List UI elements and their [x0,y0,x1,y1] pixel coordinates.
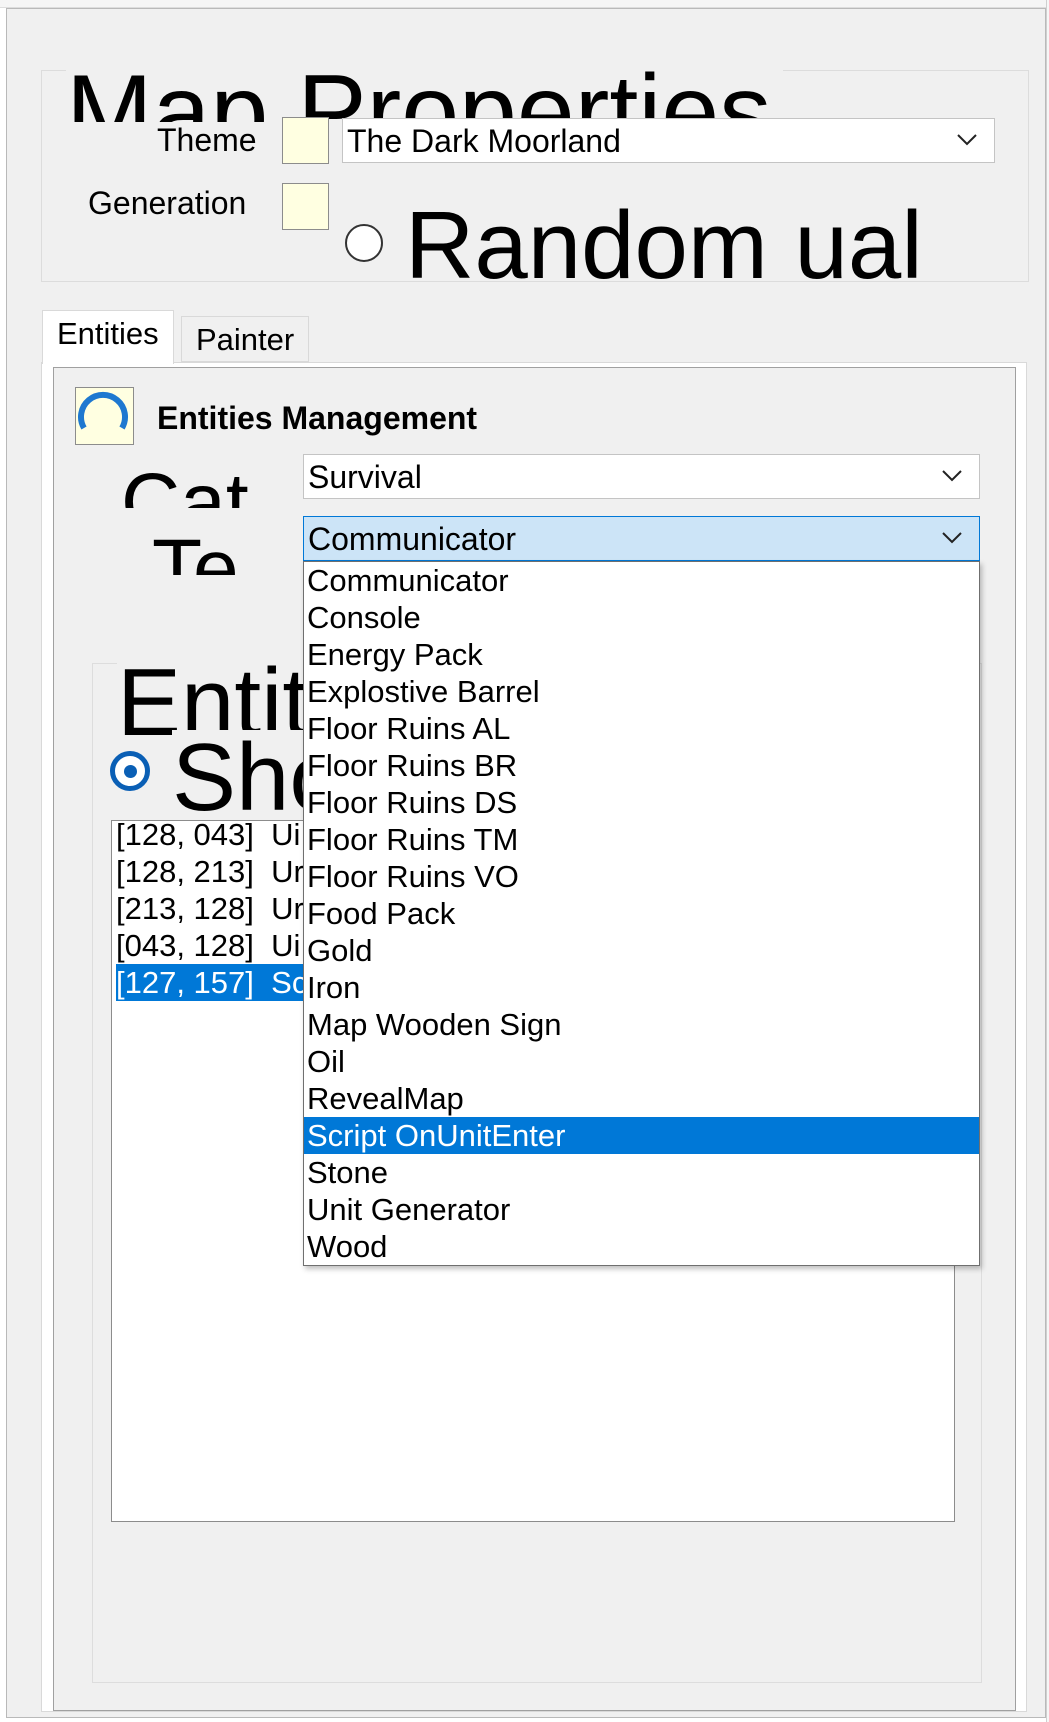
help-icon [78,391,128,430]
list-item-name: Ur [271,854,304,889]
list-item-name: Ui [271,928,301,963]
theme-combobox[interactable]: The Dark Moorland [342,118,995,163]
list-item[interactable]: [213, 128] Ur [116,890,304,927]
dropdown-option[interactable]: Energy Pack [304,636,979,673]
list-item-name: Ui [271,820,301,852]
category-label: Cat [121,448,249,508]
dropdown-option[interactable]: Floor Ruins TM [304,821,979,858]
dropdown-option[interactable]: Communicator [304,562,979,599]
list-item[interactable]: [043, 128] Ui [116,927,300,964]
type-dropdown-list[interactable]: Communicator Console Energy Pack Explostive… [303,561,980,1266]
tab-entities[interactable]: Entities [42,310,174,364]
dropdown-option[interactable]: Console [304,599,979,636]
entities-management-icon [75,387,134,445]
dropdown-option[interactable]: Oil [304,1043,979,1080]
category-combobox[interactable]: Survival [303,454,980,499]
list-item-coords: [213, 128] [116,891,254,926]
generation-random-label: Random ual [405,192,923,299]
dropdown-option[interactable]: Wood [304,1228,979,1265]
list-item[interactable]: [128, 213] Ur [116,853,304,890]
type-combobox-value: Communicator [308,521,517,557]
list-item-name: Sc [271,965,308,1000]
chevron-down-icon [957,134,977,146]
generation-label: Generation [88,185,247,221]
dropdown-option[interactable]: Floor Ruins VO [304,858,979,895]
dropdown-option[interactable]: Iron [304,969,979,1006]
show-radio[interactable] [110,751,150,791]
chevron-down-icon [942,532,962,544]
dropdown-option[interactable]: Floor Ruins BR [304,747,979,784]
dropdown-option[interactable]: Food Pack [304,895,979,932]
list-item-name: Ur [271,891,304,926]
dropdown-option[interactable]: Script OnUnitEnter [304,1117,979,1154]
generation-random-radio[interactable] [345,224,383,262]
list-item[interactable]: [128, 043] Ui [116,820,301,853]
type-label: Te [152,513,239,575]
theme-combobox-value: The Dark Moorland [347,123,621,159]
dropdown-option[interactable]: Floor Ruins AL [304,710,979,747]
entities-management-title: Entities Management [157,400,478,436]
dropdown-option[interactable]: Stone [304,1154,979,1191]
dropdown-option[interactable]: RevealMap [304,1080,979,1117]
dropdown-option[interactable]: Map Wooden Sign [304,1006,979,1043]
list-item-coords: [128, 043] [116,820,254,852]
generation-color-swatch[interactable] [282,183,329,230]
dropdown-option[interactable]: Floor Ruins DS [304,784,979,821]
title-strip [0,0,1049,8]
chevron-down-icon [942,470,962,482]
show-radio-dot [124,765,137,778]
category-combobox-value: Survival [308,459,422,495]
dropdown-option[interactable]: Explostive Barrel [304,673,979,710]
list-item-coords: [127, 157] [116,965,254,1000]
map-properties-title: Map Properties [66,54,784,122]
theme-label: Theme [157,122,257,158]
dropdown-option[interactable]: Unit Generator [304,1191,979,1228]
list-item-coords: [128, 213] [116,854,254,889]
app-window: Map Properties Theme The Dark Moorland G… [0,0,1049,1722]
tab-painter[interactable]: Painter [181,316,310,362]
type-combobox[interactable]: Communicator [303,516,980,561]
theme-color-swatch[interactable] [282,117,329,164]
list-item-coords: [043, 128] [116,928,254,963]
list-item-selected[interactable]: [127, 157] Sc [116,964,320,1001]
dropdown-option[interactable]: Gold [304,932,979,969]
